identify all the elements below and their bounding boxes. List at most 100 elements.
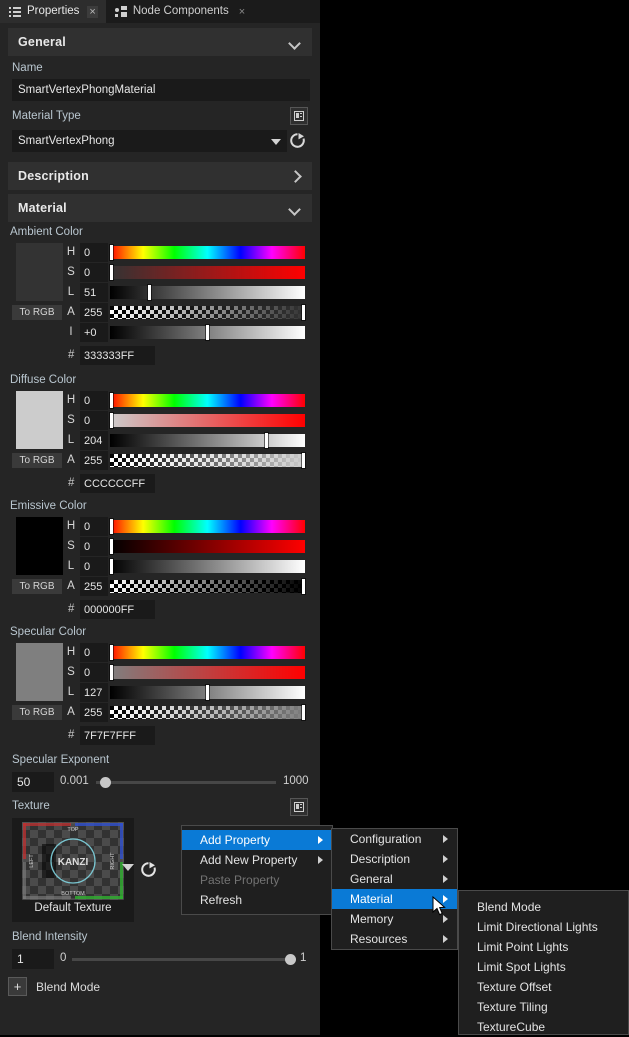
channel-slider-l[interactable] <box>110 560 305 573</box>
hex-input[interactable]: 000000FF <box>80 600 155 619</box>
slider-knob[interactable] <box>110 245 113 260</box>
channel-value-l[interactable]: 127 <box>80 683 108 702</box>
channel-value-s[interactable]: 0 <box>80 537 108 556</box>
name-input[interactable]: SmartVertexPhongMaterial <box>12 79 310 101</box>
channel-value-s[interactable]: 0 <box>80 411 108 430</box>
channel-value-i[interactable]: +0 <box>80 323 108 342</box>
channel-slider-s[interactable] <box>110 666 305 679</box>
submenu-category[interactable]: ConfigurationDescriptionGeneralMaterialM… <box>331 828 458 950</box>
slider-knob[interactable] <box>148 285 151 300</box>
slider-knob[interactable] <box>206 325 209 340</box>
chevron-right-icon[interactable] <box>289 170 302 183</box>
color-swatch[interactable] <box>16 391 63 449</box>
slider-knob[interactable] <box>302 305 305 320</box>
submenu-material-item[interactable]: Limit Directional Lights <box>459 917 628 937</box>
channel-slider-h[interactable] <box>110 520 305 533</box>
texture-card[interactable]: KANZI TOP BOTTOM LEFT RIGHT Default Text… <box>12 818 134 922</box>
close-icon[interactable]: × <box>87 6 97 18</box>
channel-value-l[interactable]: 51 <box>80 283 108 302</box>
slider-knob[interactable] <box>110 393 113 408</box>
channel-value-a[interactable]: 255 <box>80 703 108 722</box>
to-rgb-button[interactable]: To RGB <box>12 705 62 720</box>
color-swatch[interactable] <box>16 243 63 301</box>
context-menu-item[interactable]: Add New Property <box>182 850 332 870</box>
slider-knob[interactable] <box>110 539 113 554</box>
reset-arrow-icon[interactable] <box>140 861 157 878</box>
submenu-material-item[interactable]: Limit Spot Lights <box>459 957 628 977</box>
submenu-material-item[interactable]: Limit Point Lights <box>459 937 628 957</box>
channel-value-a[interactable]: 255 <box>80 451 108 470</box>
add-blend-mode-button[interactable]: + <box>8 977 27 996</box>
channel-value-a[interactable]: 255 <box>80 577 108 596</box>
slider-knob[interactable] <box>265 433 268 448</box>
color-swatch[interactable] <box>16 643 63 701</box>
channel-value-h[interactable]: 0 <box>80 517 108 536</box>
context-menu-item[interactable]: Refresh <box>182 890 332 910</box>
channel-slider-h[interactable] <box>110 246 305 259</box>
to-rgb-button[interactable]: To RGB <box>12 453 62 468</box>
submenu-category-item[interactable]: General <box>332 869 457 889</box>
browse-icon[interactable] <box>290 798 308 816</box>
tab-node-components[interactable]: Node Components × <box>106 0 255 23</box>
section-header-description[interactable]: Description <box>8 162 312 190</box>
channel-value-l[interactable]: 204 <box>80 431 108 450</box>
channel-slider-h[interactable] <box>110 394 305 407</box>
channel-slider-l[interactable] <box>110 286 305 299</box>
slider-knob[interactable] <box>302 453 305 468</box>
context-menu[interactable]: Add PropertyAdd New PropertyPaste Proper… <box>181 825 333 915</box>
slider-knob[interactable] <box>110 665 113 680</box>
chevron-down-icon[interactable] <box>289 202 302 215</box>
specular-exponent-track[interactable] <box>96 781 276 784</box>
to-rgb-button[interactable]: To RGB <box>12 305 62 320</box>
slider-knob[interactable] <box>302 705 305 720</box>
submenu-material-item[interactable]: Texture Tiling <box>459 997 628 1017</box>
chevron-down-icon[interactable] <box>289 36 302 49</box>
hex-input[interactable]: CCCCCCFF <box>80 474 155 493</box>
channel-value-h[interactable]: 0 <box>80 391 108 410</box>
channel-slider-s[interactable] <box>110 540 305 553</box>
submenu-category-item[interactable]: Resources <box>332 929 457 949</box>
slider-knob[interactable] <box>206 685 209 700</box>
blend-intensity-input[interactable]: 1 <box>12 949 54 969</box>
submenu-category-item[interactable]: Configuration <box>332 829 457 849</box>
channel-value-s[interactable]: 0 <box>80 663 108 682</box>
blend-intensity-track[interactable] <box>72 958 290 961</box>
section-header-general[interactable]: General <box>8 28 312 56</box>
hex-input[interactable]: 333333FF <box>80 346 155 365</box>
slider-knob[interactable] <box>110 559 113 574</box>
specular-exponent-handle[interactable] <box>100 777 111 788</box>
channel-slider-i[interactable] <box>110 326 305 339</box>
channel-value-s[interactable]: 0 <box>80 263 108 282</box>
channel-slider-a[interactable] <box>110 306 305 319</box>
submenu-material-item[interactable]: Blend Mode <box>459 897 628 917</box>
channel-value-l[interactable]: 0 <box>80 557 108 576</box>
channel-slider-l[interactable] <box>110 686 305 699</box>
submenu-category-item[interactable]: Description <box>332 849 457 869</box>
color-swatch[interactable] <box>16 517 63 575</box>
section-header-material[interactable]: Material <box>8 194 312 222</box>
tab-properties[interactable]: Properties × <box>0 0 106 23</box>
channel-slider-a[interactable] <box>110 580 305 593</box>
channel-slider-h[interactable] <box>110 646 305 659</box>
reset-arrow-icon[interactable] <box>289 132 306 149</box>
channel-slider-s[interactable] <box>110 266 305 279</box>
slider-knob[interactable] <box>110 265 113 280</box>
channel-value-a[interactable]: 255 <box>80 303 108 322</box>
channel-slider-s[interactable] <box>110 414 305 427</box>
channel-slider-l[interactable] <box>110 434 305 447</box>
chevron-down-icon[interactable] <box>122 864 134 871</box>
specular-exponent-input[interactable]: 50 <box>12 772 54 792</box>
channel-slider-a[interactable] <box>110 706 305 719</box>
slider-knob[interactable] <box>110 413 113 428</box>
context-menu-item[interactable]: Add Property <box>182 830 332 850</box>
slider-knob[interactable] <box>110 645 113 660</box>
slider-knob[interactable] <box>302 579 305 594</box>
submenu-material[interactable]: Blend ModeLimit Directional LightsLimit … <box>458 890 629 1035</box>
channel-slider-a[interactable] <box>110 454 305 467</box>
channel-value-h[interactable]: 0 <box>80 243 108 262</box>
hex-input[interactable]: 7F7F7FFF <box>80 726 155 745</box>
close-icon[interactable]: × <box>237 6 247 18</box>
submenu-material-item[interactable]: TextureCube <box>459 1017 628 1037</box>
channel-value-h[interactable]: 0 <box>80 643 108 662</box>
to-rgb-button[interactable]: To RGB <box>12 579 62 594</box>
